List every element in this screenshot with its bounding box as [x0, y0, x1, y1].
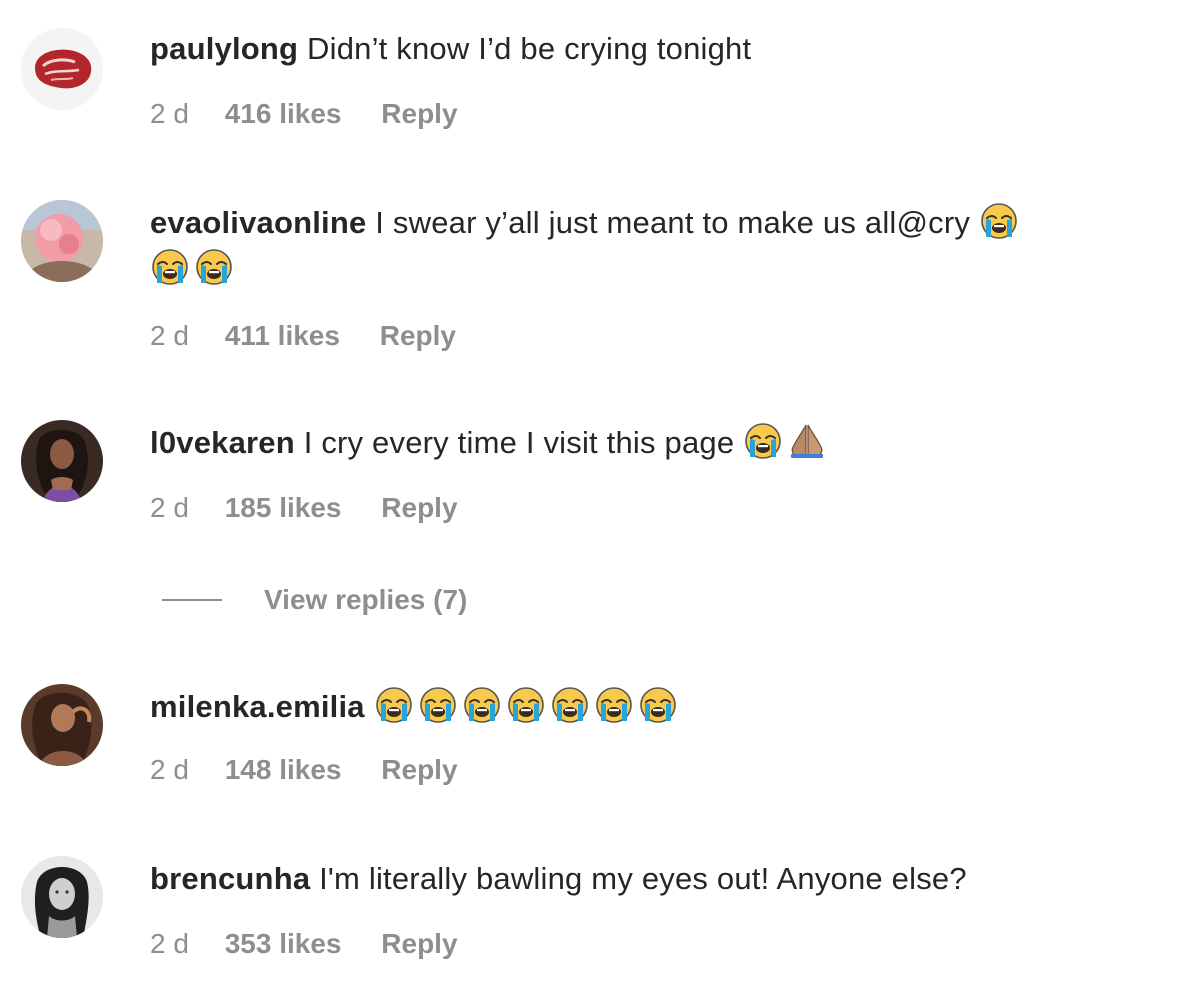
comment-age[interactable]: 2 d	[150, 318, 189, 354]
loudly-crying-face-icon	[374, 685, 414, 725]
loudly-crying-face-icon	[150, 247, 190, 287]
steak-avatar[interactable]	[21, 28, 103, 110]
comment-username[interactable]: brencunha	[150, 861, 310, 896]
steak-icon	[21, 28, 103, 110]
woman-portrait-avatar[interactable]	[21, 420, 103, 502]
loudly-crying-face-icon	[638, 685, 678, 725]
view-replies-button[interactable]: View replies (7)	[162, 578, 467, 622]
comment-text: I swear y’all just meant to make us all@…	[375, 205, 971, 240]
comment-likes[interactable]: 411 likes	[225, 318, 340, 354]
pink-flower-avatar[interactable]	[21, 200, 103, 282]
comments-list: paulylong Didn’t know I’d be crying toni…	[0, 0, 1200, 1006]
comment-meta: 2 d 353 likes Reply	[150, 926, 458, 962]
reply-button[interactable]: Reply	[381, 926, 457, 962]
reply-button[interactable]: Reply	[380, 318, 456, 354]
comment-meta: 2 d 416 likes Reply	[150, 96, 458, 132]
comment-username[interactable]: milenka.emilia	[150, 689, 365, 724]
comment-content: brencunha I'm literally bawling my eyes …	[150, 856, 1160, 902]
comment-age[interactable]: 2 d	[150, 926, 189, 962]
reply-button[interactable]: Reply	[381, 490, 457, 526]
loudly-crying-face-icon	[506, 685, 546, 725]
comment-age[interactable]: 2 d	[150, 490, 189, 526]
bw-portrait-icon	[21, 856, 103, 938]
woman-portrait-avatar[interactable]	[21, 684, 103, 766]
comment-username[interactable]: paulylong	[150, 31, 298, 66]
view-replies-label[interactable]: View replies (7)	[264, 584, 467, 616]
comment-likes[interactable]: 353 likes	[225, 926, 342, 962]
bw-portrait-avatar[interactable]	[21, 856, 103, 938]
woman-portrait-icon	[21, 420, 103, 502]
loudly-crying-face-icon	[594, 685, 634, 725]
folded-hands-icon	[787, 421, 827, 461]
comment-username[interactable]: l0vekaren	[150, 425, 295, 460]
loudly-crying-face-icon	[550, 685, 590, 725]
comment-age[interactable]: 2 d	[150, 752, 189, 788]
woman-portrait-icon	[21, 684, 103, 766]
comment-content-line-2	[150, 246, 1160, 292]
reply-button[interactable]: Reply	[381, 752, 457, 788]
comment-likes[interactable]: 148 likes	[225, 752, 342, 788]
view-replies-divider	[162, 599, 222, 601]
loudly-crying-face-icon	[194, 247, 234, 287]
comment-content: evaolivaonline I swear y’all just meant …	[150, 200, 1160, 246]
comment-likes[interactable]: 416 likes	[225, 96, 342, 132]
comment-username[interactable]: evaolivaonline	[150, 205, 366, 240]
comment-meta: 2 d 148 likes Reply	[150, 752, 458, 788]
loudly-crying-face-icon	[743, 421, 783, 461]
comment-meta: 2 d 185 likes Reply	[150, 490, 458, 526]
comment-text: I'm literally bawling my eyes out! Anyon…	[319, 861, 967, 896]
comment-content: paulylong Didn’t know I’d be crying toni…	[150, 26, 1160, 72]
comment-content: milenka.emilia	[150, 684, 1160, 730]
loudly-crying-face-icon	[979, 201, 1019, 241]
comment-age[interactable]: 2 d	[150, 96, 189, 132]
comment-meta: 2 d 411 likes Reply	[150, 318, 456, 354]
comment-content: l0vekaren I cry every time I visit this …	[150, 420, 1160, 466]
comment-likes[interactable]: 185 likes	[225, 490, 342, 526]
reply-button[interactable]: Reply	[381, 96, 457, 132]
pink-flower-icon	[21, 200, 103, 282]
comment-text: I cry every time I visit this page	[303, 425, 735, 460]
loudly-crying-face-icon	[418, 685, 458, 725]
loudly-crying-face-icon	[462, 685, 502, 725]
comment-text: Didn’t know I’d be crying tonight	[307, 31, 752, 66]
